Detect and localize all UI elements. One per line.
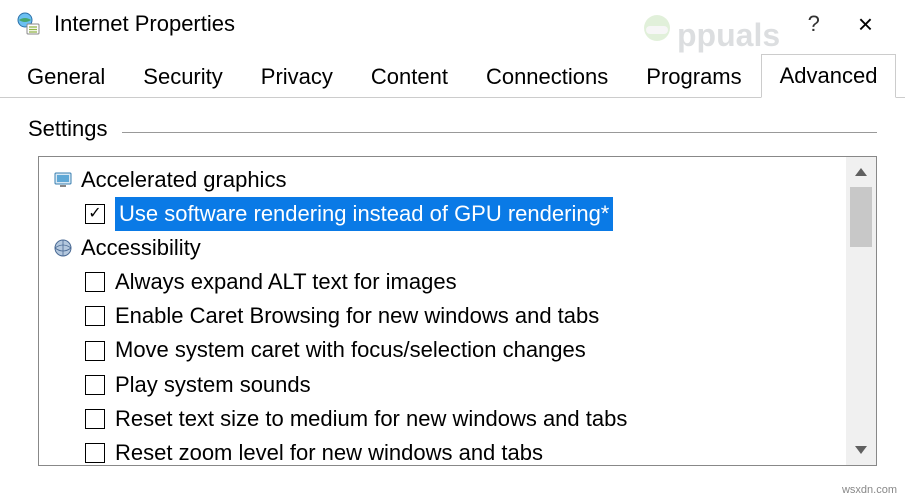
option-caret-browsing[interactable]: Enable Caret Browsing for new windows an… xyxy=(47,299,842,333)
option-label: Enable Caret Browsing for new windows an… xyxy=(115,299,599,333)
option-software-rendering[interactable]: ✓ Use software rendering instead of GPU … xyxy=(47,197,842,231)
tab-security[interactable]: Security xyxy=(124,55,241,98)
tab-general[interactable]: General xyxy=(8,55,124,98)
scrollbar[interactable] xyxy=(846,157,876,465)
window-title: Internet Properties xyxy=(54,11,808,37)
checkbox[interactable] xyxy=(85,443,105,463)
globe-icon xyxy=(53,238,73,258)
divider xyxy=(122,132,878,133)
option-label: Always expand ALT text for images xyxy=(115,265,457,299)
scroll-down-arrow[interactable] xyxy=(846,435,876,465)
category-accelerated-graphics[interactable]: Accelerated graphics xyxy=(47,163,842,197)
internet-options-icon xyxy=(16,11,42,37)
scroll-thumb[interactable] xyxy=(850,187,872,247)
monitor-icon xyxy=(53,170,73,190)
settings-tree[interactable]: Accelerated graphics ✓ Use software rend… xyxy=(39,157,846,465)
checkbox[interactable] xyxy=(85,306,105,326)
checkbox[interactable] xyxy=(85,272,105,292)
scroll-up-arrow[interactable] xyxy=(846,157,876,187)
option-label: Reset zoom level for new windows and tab… xyxy=(115,436,543,465)
category-accessibility[interactable]: Accessibility xyxy=(47,231,842,265)
tab-strip: General Security Privacy Content Connect… xyxy=(0,50,905,98)
tab-advanced[interactable]: Advanced xyxy=(761,54,897,98)
tab-content[interactable]: Content xyxy=(352,55,467,98)
checkbox[interactable] xyxy=(85,341,105,361)
tab-programs[interactable]: Programs xyxy=(627,55,760,98)
help-button[interactable]: ? xyxy=(808,11,820,37)
option-system-caret[interactable]: Move system caret with focus/selection c… xyxy=(47,333,842,367)
close-button[interactable]: × xyxy=(848,7,883,41)
group-title: Settings xyxy=(28,116,108,142)
option-label: Move system caret with focus/selection c… xyxy=(115,333,586,367)
attribution-text: wsxdn.com xyxy=(842,484,897,496)
category-label: Accessibility xyxy=(81,231,201,265)
checkbox-checked[interactable]: ✓ xyxy=(85,204,105,224)
option-system-sounds[interactable]: Play system sounds xyxy=(47,368,842,402)
scroll-track[interactable] xyxy=(846,187,876,435)
checkbox[interactable] xyxy=(85,409,105,429)
option-alt-text[interactable]: Always expand ALT text for images xyxy=(47,265,842,299)
option-label: Reset text size to medium for new window… xyxy=(115,402,627,436)
tab-connections[interactable]: Connections xyxy=(467,55,627,98)
checkbox[interactable] xyxy=(85,375,105,395)
tab-privacy[interactable]: Privacy xyxy=(242,55,352,98)
option-reset-zoom[interactable]: Reset zoom level for new windows and tab… xyxy=(47,436,842,465)
category-label: Accelerated graphics xyxy=(81,163,286,197)
option-reset-text-size[interactable]: Reset text size to medium for new window… xyxy=(47,402,842,436)
option-label: Play system sounds xyxy=(115,368,311,402)
option-label: Use software rendering instead of GPU re… xyxy=(115,197,613,231)
